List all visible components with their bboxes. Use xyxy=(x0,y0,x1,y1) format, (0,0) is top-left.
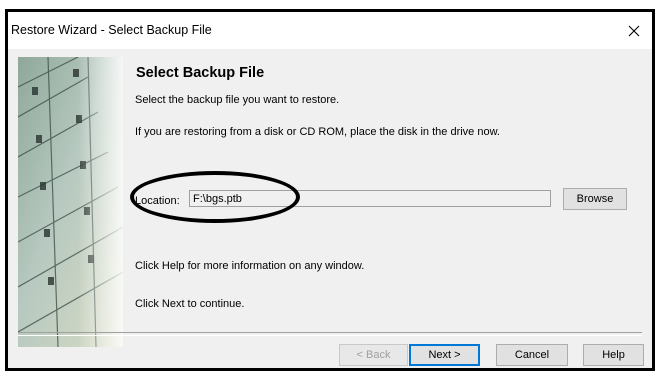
restore-wizard-window: Restore Wizard - Select Backup File Sele… xyxy=(5,9,655,371)
help-button[interactable]: Help xyxy=(583,344,644,366)
instruction-text: Select the backup file you want to resto… xyxy=(135,94,340,106)
window-title: Restore Wizard - Select Backup File xyxy=(11,23,212,37)
cancel-button[interactable]: Cancel xyxy=(496,344,568,366)
page-heading: Select Backup File xyxy=(136,65,265,81)
close-button[interactable] xyxy=(616,12,652,49)
next-button[interactable]: Next > xyxy=(409,344,480,366)
close-icon xyxy=(628,25,640,36)
back-button[interactable]: < Back xyxy=(339,344,408,366)
disk-note-text: If you are restoring from a disk or CD R… xyxy=(135,126,500,138)
browse-button[interactable]: Browse xyxy=(563,188,627,210)
location-label: Location: xyxy=(135,195,180,207)
title-bar: Restore Wizard - Select Backup File xyxy=(8,12,652,49)
help-note-text: Click Help for more information on any w… xyxy=(135,260,365,272)
divider xyxy=(18,332,642,336)
next-note-text: Click Next to continue. xyxy=(135,298,245,310)
wizard-side-image xyxy=(18,57,123,347)
location-field[interactable] xyxy=(189,190,551,207)
